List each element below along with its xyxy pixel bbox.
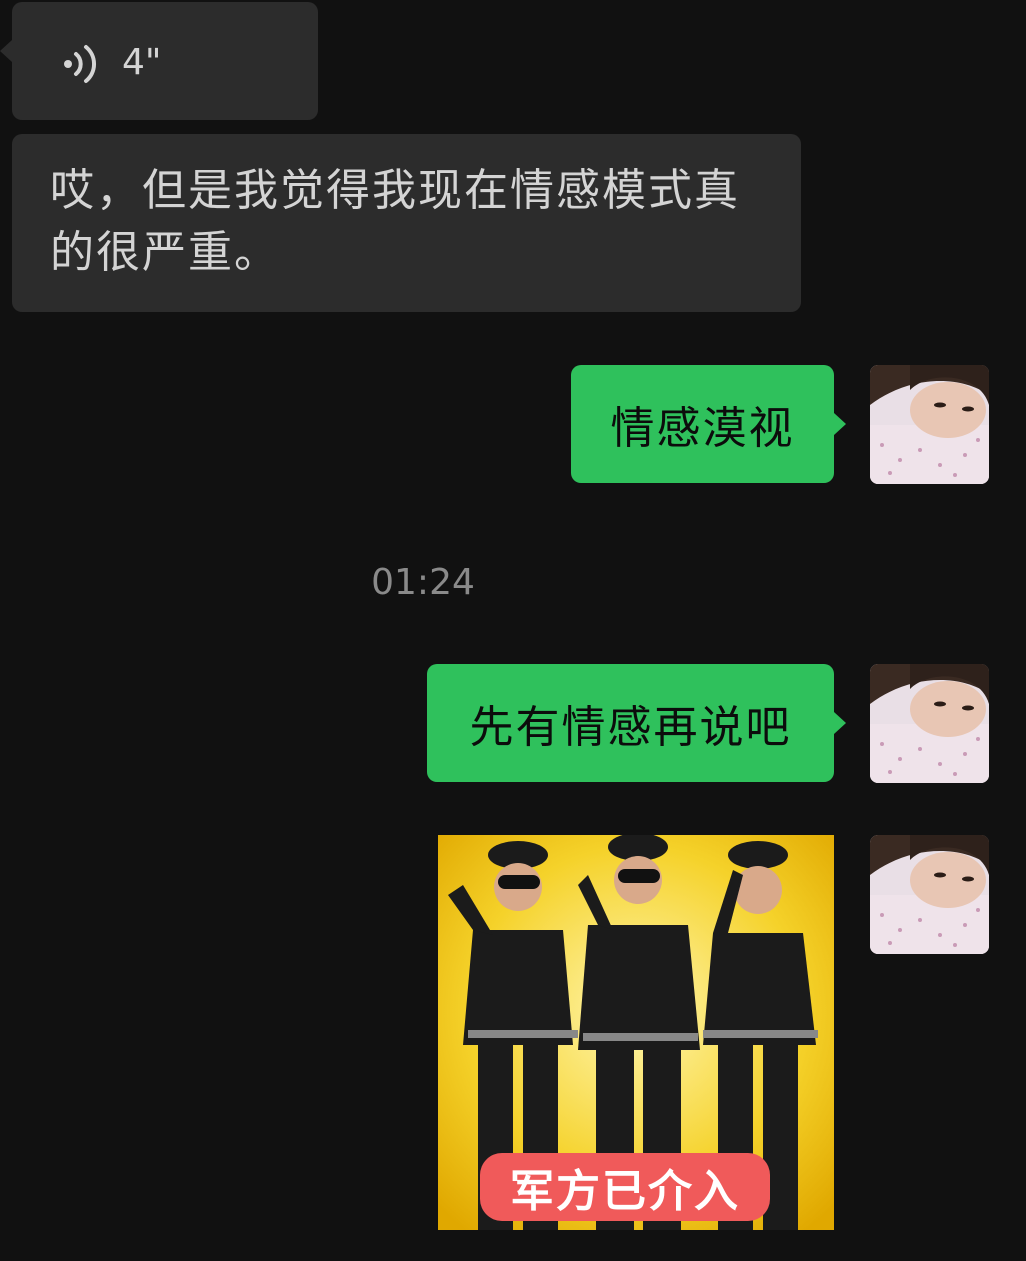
outgoing-text-message[interactable]: 先有情感再说吧: [427, 664, 846, 782]
message-text: 先有情感再说吧: [469, 702, 792, 753]
voice-message-bubble[interactable]: 4": [0, 2, 318, 120]
incoming-text-message[interactable]: 哎，但是我觉得我现在情感模式真的很严重。: [12, 134, 801, 312]
avatar-photo: [870, 664, 989, 783]
user-avatar[interactable]: [870, 835, 989, 954]
bubble-tail: [0, 40, 12, 62]
avatar-photo: [870, 835, 989, 954]
sticker-caption: 军方已介入: [480, 1153, 770, 1221]
outgoing-text-message[interactable]: 情感漠视: [571, 365, 846, 483]
chat-timestamp: 01:24: [371, 562, 475, 603]
bubble-tail: [834, 712, 846, 734]
voice-duration: 4": [122, 42, 162, 83]
user-avatar[interactable]: [870, 365, 989, 484]
message-text: 情感漠视: [610, 403, 795, 454]
bubble-tail: [834, 413, 846, 435]
avatar-photo: [870, 365, 989, 484]
voice-wave-icon: [64, 45, 97, 83]
sticker-message[interactable]: 军方已介入: [438, 835, 834, 1230]
user-avatar[interactable]: [870, 664, 989, 783]
